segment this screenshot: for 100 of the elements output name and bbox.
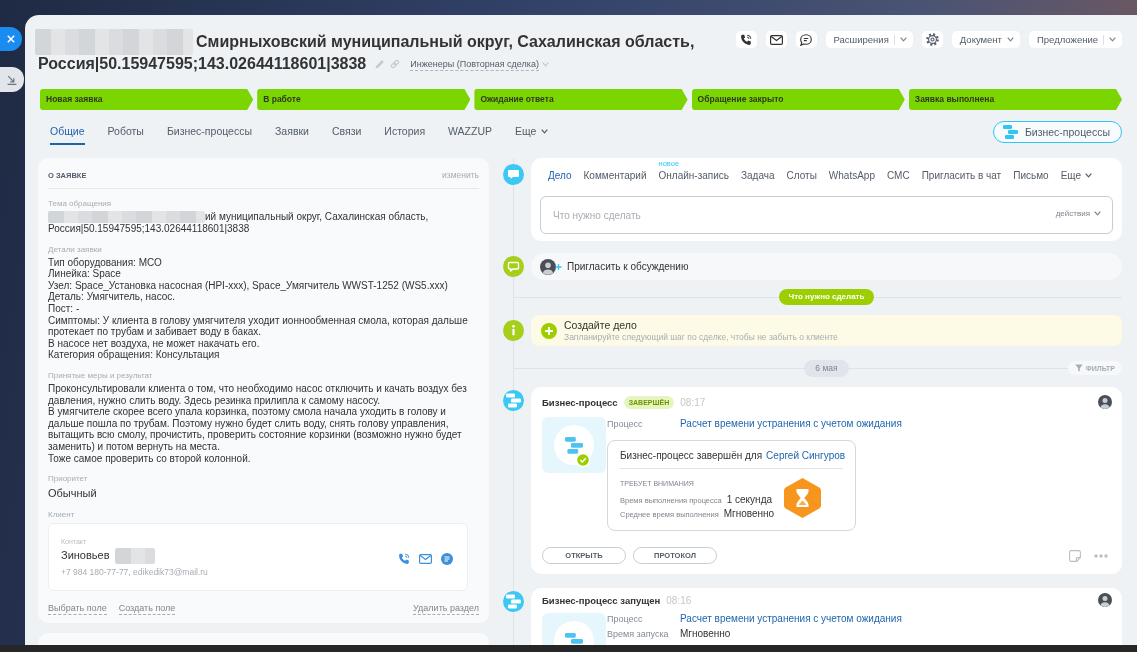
tab[interactable]: Роботы	[107, 119, 144, 145]
pipeline-dropdown[interactable]: Инженеры (Повторная сделка)	[410, 57, 549, 71]
tab[interactable]: WAZZUP	[448, 119, 492, 145]
activity-tab[interactable]: Еще	[1060, 169, 1092, 181]
activity-tab[interactable]: WhatsApp	[828, 169, 875, 181]
dropdown-button[interactable]: Документ	[951, 31, 1020, 48]
settings-button[interactable]	[921, 31, 943, 48]
field-label: Процесс	[607, 613, 644, 625]
event-time: 08:17	[680, 396, 706, 408]
field-label: Клиент	[48, 509, 76, 521]
field-value: Проконсультировали клиента о том, что необходимо насос отключить и качать воздух без давления, нужно слить воду. Здесь резинка прилипла к самому насосу.	[48, 382, 468, 407]
tab[interactable]: Заявки	[275, 119, 309, 145]
user-avatar-icon	[1098, 395, 1112, 409]
field-label: Тема обращения	[48, 198, 113, 209]
field-value: Категория обращения: Консультация	[48, 349, 221, 361]
close-icon	[7, 35, 15, 43]
field-value: Тоже самое проверить со второй колонной.	[48, 452, 252, 465]
stage-step[interactable]: В работе	[257, 89, 471, 110]
activity-tab[interactable]: Задача	[741, 169, 775, 181]
phone-icon	[398, 553, 410, 566]
field-label: Детали заявки	[48, 243, 103, 255]
activity-tab[interactable]: Слоты	[786, 169, 817, 181]
event-title: Бизнес-процесс	[542, 396, 618, 408]
split-menu-button[interactable]: Предложение	[1028, 31, 1122, 48]
tab[interactable]: Бизнес-процессы	[166, 119, 252, 145]
field-link[interactable]: Создать поле	[118, 602, 176, 616]
process-link[interactable]: Расчет времени устранения с учетом ожидания	[680, 417, 902, 431]
event-time: 08:16	[666, 594, 692, 606]
metric-value: 1 секунда	[726, 493, 773, 506]
user-link[interactable]: Сергей Сингуров	[766, 449, 846, 463]
field-value: Обычный	[48, 486, 98, 501]
deal-title: Смирныховский муниципальный округ, Сахалинская область,	[196, 33, 695, 51]
process-link[interactable]: Расчет времени устранения с учетом ожидания	[680, 613, 902, 625]
chevron-down-icon	[1094, 211, 1101, 216]
stage-step[interactable]: Обращение закрыто	[691, 89, 905, 110]
phone-icon	[740, 33, 753, 46]
process-icon	[503, 390, 524, 411]
activity-tab[interactable]: Пригласить в чат	[921, 169, 1002, 181]
tab[interactable]: Еще	[515, 119, 549, 145]
chat-bubble-icon	[503, 164, 524, 185]
field-value: Узел: Space_Установка насосная (HPI-xxx), Space_Умягчитель WWST-1252 (WS5.xxx)	[48, 279, 449, 292]
activity-tab[interactable]: Письмо	[1013, 169, 1049, 181]
process-tile-icon	[542, 417, 606, 473]
delete-section-link[interactable]: Удалить раздел	[413, 602, 479, 616]
field-label: Время запуска	[607, 628, 670, 640]
field-value: В насосе нет воздуха, не может накачать его.	[48, 337, 261, 349]
tab[interactable]: Общие	[50, 119, 85, 145]
chat-icon	[441, 553, 453, 566]
comment-icon	[503, 256, 524, 277]
chevron-down-icon	[541, 128, 549, 134]
chevron-down-icon	[899, 37, 907, 42]
activity-tab[interactable]: СМС	[887, 169, 910, 181]
field-value: Деталь: Умягчитель, насос.	[48, 291, 177, 303]
invite-link[interactable]: Пригласить к обсуждению	[567, 261, 689, 272]
process-icon	[1002, 125, 1018, 139]
actions-dropdown[interactable]: действия	[1055, 209, 1101, 218]
mail-icon	[419, 554, 432, 565]
stage-step[interactable]: Новая заявка	[40, 89, 254, 110]
chevron-down-icon	[541, 61, 549, 67]
create-task-title[interactable]: Создайте дело	[564, 318, 838, 332]
activity-tab[interactable]: Комментарий	[583, 169, 647, 181]
redacted-text-block	[114, 547, 155, 564]
field-label: Приоритет	[48, 473, 89, 485]
field-link[interactable]: Выбрать поле	[48, 602, 107, 616]
field-label: Процесс	[607, 418, 644, 431]
field-value: Пост: -	[48, 302, 81, 315]
business-processes-button[interactable]: Бизнес-процессы	[992, 121, 1122, 143]
chevron-down-icon	[1006, 37, 1014, 42]
create-task-hint: Запланируйте следующий шаг по сделке, чтобы не забыть о клиенте	[564, 331, 838, 343]
field-value: Мгновенно	[680, 628, 731, 640]
filter-icon	[1074, 364, 1083, 372]
deal-title: Россия|50.15947595;143.02644118601|3838	[38, 55, 367, 73]
collapse-button[interactable]	[0, 67, 24, 92]
email-button[interactable]	[765, 31, 787, 48]
chat-icon	[800, 33, 813, 46]
tab[interactable]: Связи	[331, 119, 362, 145]
arrow-icon	[7, 74, 17, 85]
settings-icon	[925, 33, 939, 46]
mail-icon	[769, 34, 783, 45]
stage-step[interactable]: Заявка выполнена	[908, 89, 1122, 110]
close-button[interactable]	[0, 27, 22, 51]
activity-tab[interactable]: Онлайн-запись	[658, 169, 729, 181]
field-label: Принятые меры и результат	[48, 369, 154, 381]
field-value: Линейка: Space	[48, 268, 122, 280]
contact-name[interactable]: Зиновьев	[61, 547, 110, 565]
chat-button[interactable]	[795, 31, 817, 48]
activity-tab[interactable]: Дело	[548, 169, 572, 181]
info-icon	[503, 320, 524, 341]
hourglass-icon	[784, 478, 821, 518]
user-avatar-icon	[1098, 593, 1112, 607]
plus-icon	[541, 322, 557, 339]
stage-step[interactable]: Ожидание ответа	[474, 89, 688, 110]
date-label: 6 мая	[804, 359, 849, 377]
tab[interactable]: История	[384, 119, 426, 145]
call-button[interactable]	[735, 31, 757, 48]
split-menu-button[interactable]: Расширения	[825, 31, 913, 48]
field-value: В умягчителе скорее всего упала корзинка, поэтому смола начала уходить в голову и дальше пошла по трубам. Поэтому нужно будет слить воду, снять голову управления, вытащить всю смолу, прочистить, проверить состояние корзинки (возможно нужно будет заменить) и потом вернуть на места.	[48, 406, 463, 453]
field-value: Тип оборудования: МСО	[48, 256, 163, 269]
field-value: ий муниципальный округ, Сахалинская область,	[205, 211, 429, 223]
field-value: Россия|50.15947595;143.02644118601|3838	[48, 223, 250, 235]
